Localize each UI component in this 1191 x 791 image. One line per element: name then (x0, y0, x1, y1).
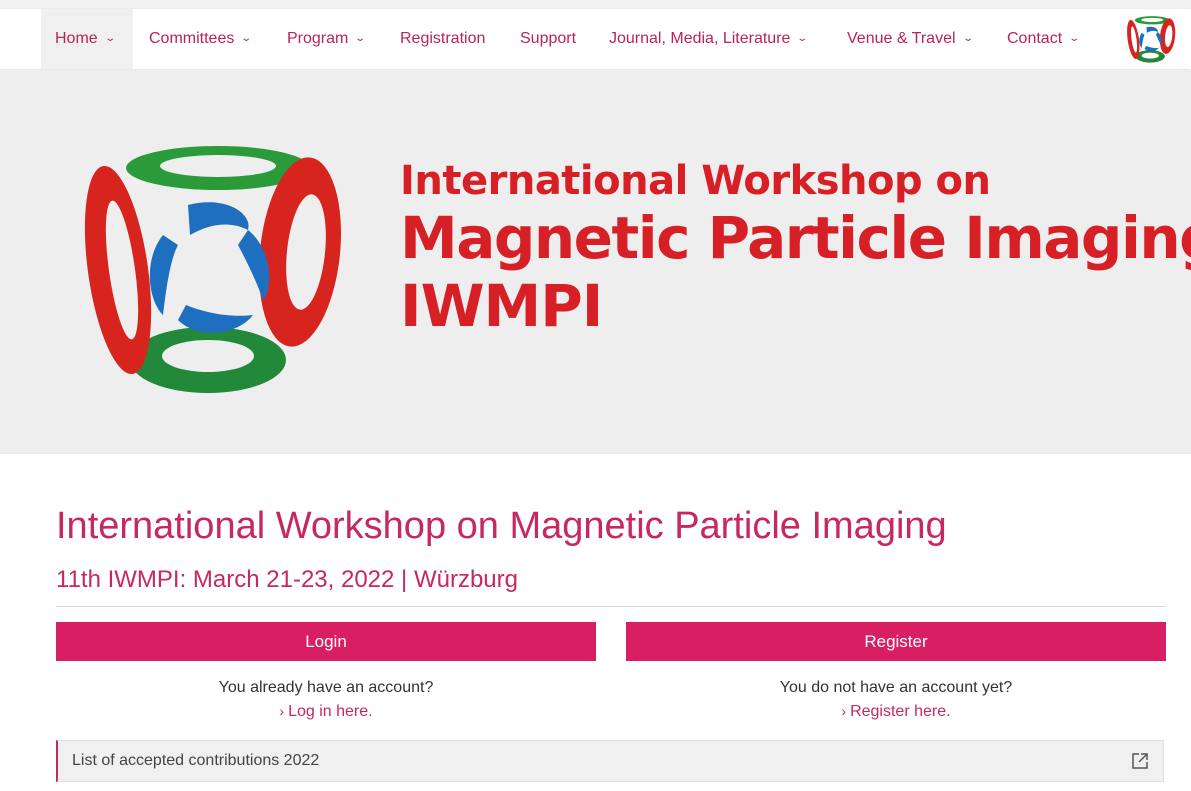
nav-item-support[interactable]: Support (520, 9, 576, 69)
login-link[interactable]: › Log in here. (56, 703, 596, 721)
login-prompt: You already have an account? (218, 679, 434, 696)
chevron-down-icon: ⌄ (104, 32, 116, 44)
chevron-down-icon: ⌄ (240, 32, 253, 44)
hero-banner: International Workshop on Magnetic Parti… (0, 70, 1191, 454)
nav-item-label: Home (55, 30, 98, 47)
chevron-right-icon: › (841, 703, 847, 719)
nav-item-registration[interactable]: Registration (400, 9, 485, 69)
nav-item-journal-media-literature[interactable]: Journal, Media, Literature ⌄ (609, 9, 809, 69)
accepted-contributions-label: List of accepted contributions 2022 (72, 752, 320, 769)
nav-item-venue-travel[interactable]: Venue & Travel ⌄ (847, 9, 974, 69)
nav-item-label: Committees (149, 30, 235, 47)
banner-line-1: International Workshop on (400, 158, 991, 204)
nav-item-label: Journal, Media, Literature (609, 30, 791, 47)
nav-item-committees[interactable]: Committees ⌄ (149, 9, 253, 69)
chevron-down-icon: ⌄ (1068, 32, 1081, 44)
register-link-label: Register here. (850, 703, 951, 720)
iwmpi-rings-logo-icon (84, 146, 342, 393)
register-link[interactable]: › Register here. (626, 703, 1166, 721)
banner-line-2: Magnetic Particle Imaging (400, 204, 1191, 272)
chevron-down-icon: ⌄ (354, 32, 367, 44)
main-navigation: Home ⌄ Committees ⌄ Program ⌄ Registration … (0, 9, 1191, 69)
chevron-down-icon: ⌄ (796, 32, 809, 44)
login-link-label: Log in here. (288, 703, 373, 720)
page-subtitle: 11th IWMPI: March 21-23, 2022 | Würzburg (56, 566, 518, 593)
nav-item-program[interactable]: Program ⌄ (287, 9, 367, 69)
chevron-right-icon: › (279, 703, 285, 719)
external-link-icon (1132, 753, 1148, 769)
nav-item-label: Registration (400, 30, 486, 47)
nav-item-label: Contact (1007, 30, 1063, 47)
login-button[interactable]: Login (56, 622, 596, 661)
nav-item-label: Program (287, 30, 349, 47)
accepted-contributions-link[interactable]: List of accepted contributions 2022 (56, 740, 1164, 782)
divider (56, 606, 1166, 607)
page-title: International Workshop on Magnetic Parti… (56, 505, 947, 547)
register-button[interactable]: Register (626, 622, 1166, 661)
register-prompt: You do not have an account yet? (779, 679, 1013, 696)
nav-item-label: Support (520, 30, 577, 47)
nav-item-contact[interactable]: Contact ⌄ (1007, 9, 1081, 69)
nav-item-label: Venue & Travel (847, 30, 956, 47)
nav-item-home[interactable]: Home ⌄ (41, 9, 133, 69)
banner-line-3: IWMPI (400, 272, 603, 340)
iwmpi-rings-logo-icon[interactable] (1124, 15, 1178, 63)
chevron-down-icon: ⌄ (961, 32, 974, 44)
top-strip (0, 0, 1191, 9)
